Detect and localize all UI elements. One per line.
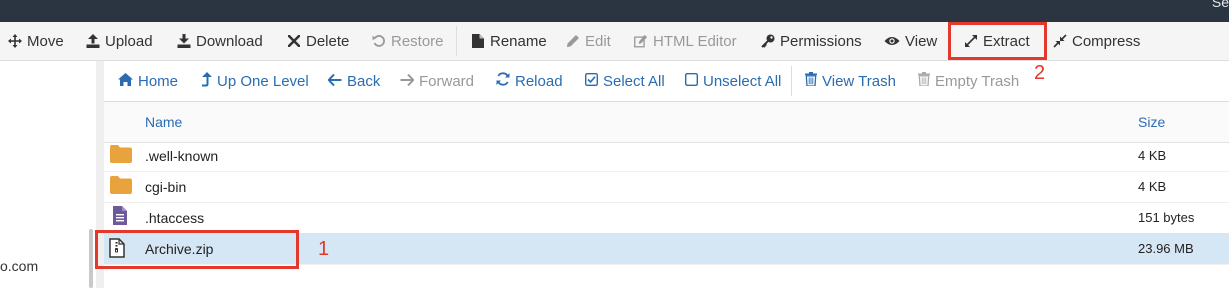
file-size: 151 bytes <box>1138 210 1195 225</box>
table-row[interactable]: cgi-bin 4 KB <box>104 171 1229 203</box>
file-name: .htaccess <box>145 210 205 226</box>
home-icon <box>118 72 133 90</box>
home-button[interactable]: Home <box>118 61 178 101</box>
upload-button[interactable]: Upload <box>86 22 153 60</box>
folder-icon <box>110 176 132 196</box>
extract-button[interactable]: Extract <box>964 22 1030 60</box>
file-size: 23.96 MB <box>1138 241 1194 256</box>
file-manager-toolbar: Move Upload Download Delete Restore Rena… <box>0 22 1229 61</box>
move-label: Move <box>27 32 64 50</box>
table-row-selected[interactable]: Archive.zip 23.96 MB <box>104 233 1229 265</box>
edit-button[interactable]: Edit <box>566 22 611 60</box>
file-icon <box>471 33 485 49</box>
reload-label: Reload <box>515 72 563 90</box>
compress-icon <box>1053 33 1067 49</box>
level-up-icon <box>202 71 212 91</box>
domain-label[interactable]: o.com <box>0 258 38 274</box>
table-row[interactable]: .well-known 4 KB <box>104 140 1229 172</box>
reload-button[interactable]: Reload <box>496 61 563 101</box>
view-trash-label: View Trash <box>822 72 896 90</box>
name-column-header[interactable]: Name <box>145 114 182 130</box>
table-row[interactable]: .htaccess 151 bytes <box>104 202 1229 234</box>
select-all-button[interactable]: Select All <box>584 61 665 101</box>
edit-square-icon <box>634 33 648 49</box>
file-name: Archive.zip <box>145 241 214 257</box>
step-2-number: 2 <box>1034 62 1046 84</box>
unselect-all-label: Unselect All <box>703 72 782 90</box>
forward-button[interactable]: Forward <box>400 61 474 101</box>
upload-label: Upload <box>105 32 153 50</box>
html-editor-button[interactable]: HTML Editor <box>634 22 737 60</box>
checkbox-checked-icon <box>584 72 599 90</box>
html-editor-label: HTML Editor <box>653 32 737 50</box>
view-trash-button[interactable]: View Trash <box>805 61 896 101</box>
move-button[interactable]: Move <box>8 22 64 60</box>
permissions-label: Permissions <box>780 32 862 50</box>
restore-icon <box>372 33 386 49</box>
delete-label: Delete <box>306 32 350 50</box>
reload-icon <box>496 72 510 90</box>
navigation-bar: Home Up One Level Back Forward Reload Se… <box>104 61 1229 102</box>
zip-file-icon <box>109 238 131 258</box>
eye-icon <box>884 33 900 49</box>
directory-tree-panel: o.com <box>0 61 97 288</box>
top-bar: Se <box>0 0 1229 22</box>
trash-icon <box>805 72 817 90</box>
select-all-label: Select All <box>603 72 665 90</box>
folder-icon <box>110 145 132 165</box>
top-bar-text: Se <box>1211 0 1229 10</box>
file-size: 4 KB <box>1138 179 1167 194</box>
up-one-level-button[interactable]: Up One Level <box>202 61 309 101</box>
empty-trash-label: Empty Trash <box>935 72 1020 90</box>
extract-label: Extract <box>983 32 1030 50</box>
file-name: cgi-bin <box>145 179 187 195</box>
edit-label: Edit <box>585 32 611 50</box>
empty-trash-button[interactable]: Empty Trash <box>918 61 1019 101</box>
close-icon <box>287 33 301 49</box>
move-icon <box>8 33 22 49</box>
size-column-header[interactable]: Size <box>1138 114 1165 130</box>
unselect-all-button[interactable]: Unselect All <box>684 61 782 101</box>
file-name: .well-known <box>145 148 219 164</box>
rename-label: Rename <box>490 32 547 50</box>
panel-divider[interactable] <box>96 61 104 288</box>
step-1-number: 1 <box>318 238 330 260</box>
view-label: View <box>905 32 938 50</box>
key-icon <box>761 33 775 49</box>
toolbar-divider <box>456 26 457 56</box>
download-icon <box>177 33 191 49</box>
download-label: Download <box>196 32 263 50</box>
up-one-level-label: Up One Level <box>217 72 309 90</box>
table-header: Name Size <box>104 102 1229 143</box>
view-button[interactable]: View <box>884 22 937 60</box>
forward-label: Forward <box>419 72 475 90</box>
permissions-button[interactable]: Permissions <box>761 22 862 60</box>
back-label: Back <box>347 72 381 90</box>
text-file-icon <box>113 206 135 226</box>
restore-label: Restore <box>391 32 444 50</box>
arrow-left-icon <box>327 73 342 90</box>
left-panel-scrollbar[interactable] <box>89 229 93 288</box>
trash-icon <box>918 72 930 90</box>
home-label: Home <box>138 72 179 90</box>
back-button[interactable]: Back <box>327 61 381 101</box>
pencil-icon <box>566 33 580 49</box>
compress-label: Compress <box>1072 32 1141 50</box>
arrow-right-icon <box>400 73 415 90</box>
rename-button[interactable]: Rename <box>471 22 547 60</box>
expand-icon <box>964 33 978 49</box>
restore-button[interactable]: Restore <box>372 22 444 60</box>
delete-button[interactable]: Delete <box>287 22 349 60</box>
download-button[interactable]: Download <box>177 22 263 60</box>
file-list-table: Name Size .well-known 4 KB cgi-bin 4 KB … <box>104 102 1229 288</box>
nav-divider <box>791 66 792 96</box>
file-size: 4 KB <box>1138 148 1167 163</box>
upload-icon <box>86 33 100 49</box>
checkbox-empty-icon <box>684 72 699 90</box>
compress-button[interactable]: Compress <box>1053 22 1140 60</box>
